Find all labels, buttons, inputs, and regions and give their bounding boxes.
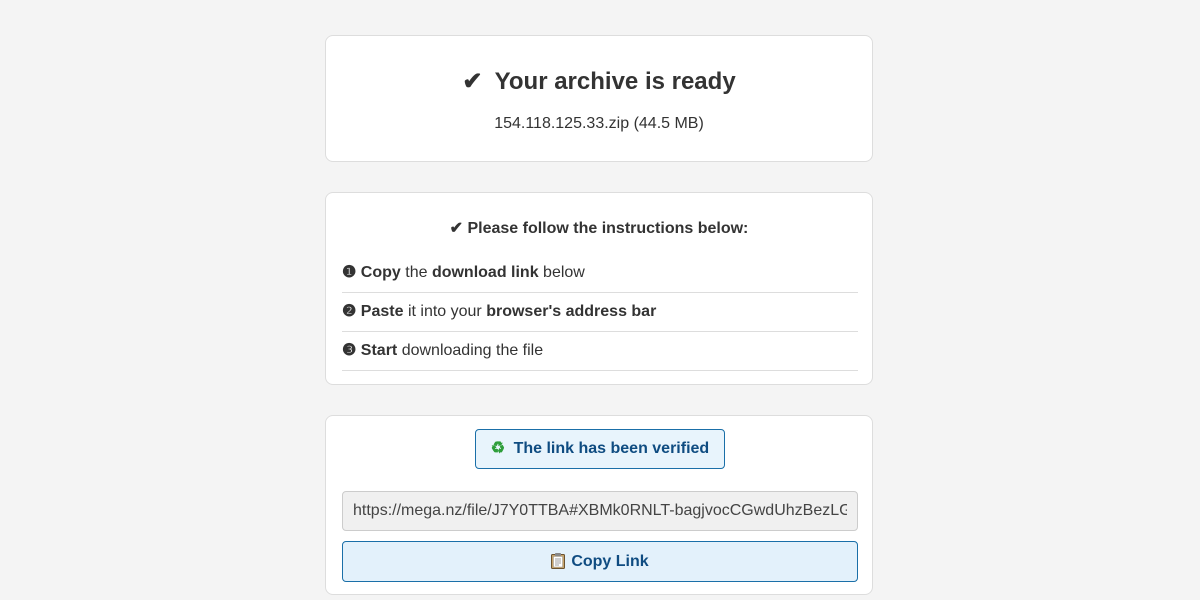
recycle-icon: ♻ [490,440,506,457]
copy-link-label: Copy Link [571,553,649,570]
archive-ready-title: ✔ Your archive is ready [326,65,872,99]
archive-ready-title-text: Your archive is ready [494,68,736,95]
step-2-text: it into your [403,303,487,320]
copy-link-button[interactable]: Copy Link [342,541,858,582]
link-verified-label: The link has been verified [513,440,710,457]
step-2-action: Paste [360,303,404,320]
file-info: 154.118.125.33.zip (44.5 MB) [494,115,704,132]
instruction-step-1: ❶ Copy the download link below [342,254,858,293]
instruction-step-2: ❷ Paste it into your browser's address b… [342,293,858,332]
download-link-card: ♻ The link has been verified Copy Link [325,415,873,595]
step-number-3: ❸ [342,342,357,359]
step-1-tail: below [538,264,585,281]
instruction-step-3: ❸ Start downloading the file [342,332,858,371]
clipboard-icon [551,545,566,569]
checkmark-icon: ✔ [449,220,463,237]
instructions-card: ✔ Please follow the instructions below: … [325,192,873,385]
check-icon: ✔ [462,68,483,95]
link-verified-badge: ♻ The link has been verified [475,429,725,469]
step-number-1: ❶ [342,264,357,281]
step-3-text: downloading the file [397,342,544,359]
archive-ready-card: ✔ Your archive is ready 154.118.125.33.z… [325,35,873,162]
instructions-heading: ✔ Please follow the instructions below: [326,219,872,239]
step-number-2: ❷ [342,303,357,320]
step-2-emphasis: browser's address bar [486,303,657,320]
download-url-field[interactable] [342,491,858,531]
step-1-emphasis: download link [431,264,539,281]
step-3-action: Start [360,342,398,359]
instructions-heading-text: Please follow the instructions below: [467,220,749,237]
step-1-action: Copy [360,264,401,281]
step-1-text: the [400,264,432,281]
